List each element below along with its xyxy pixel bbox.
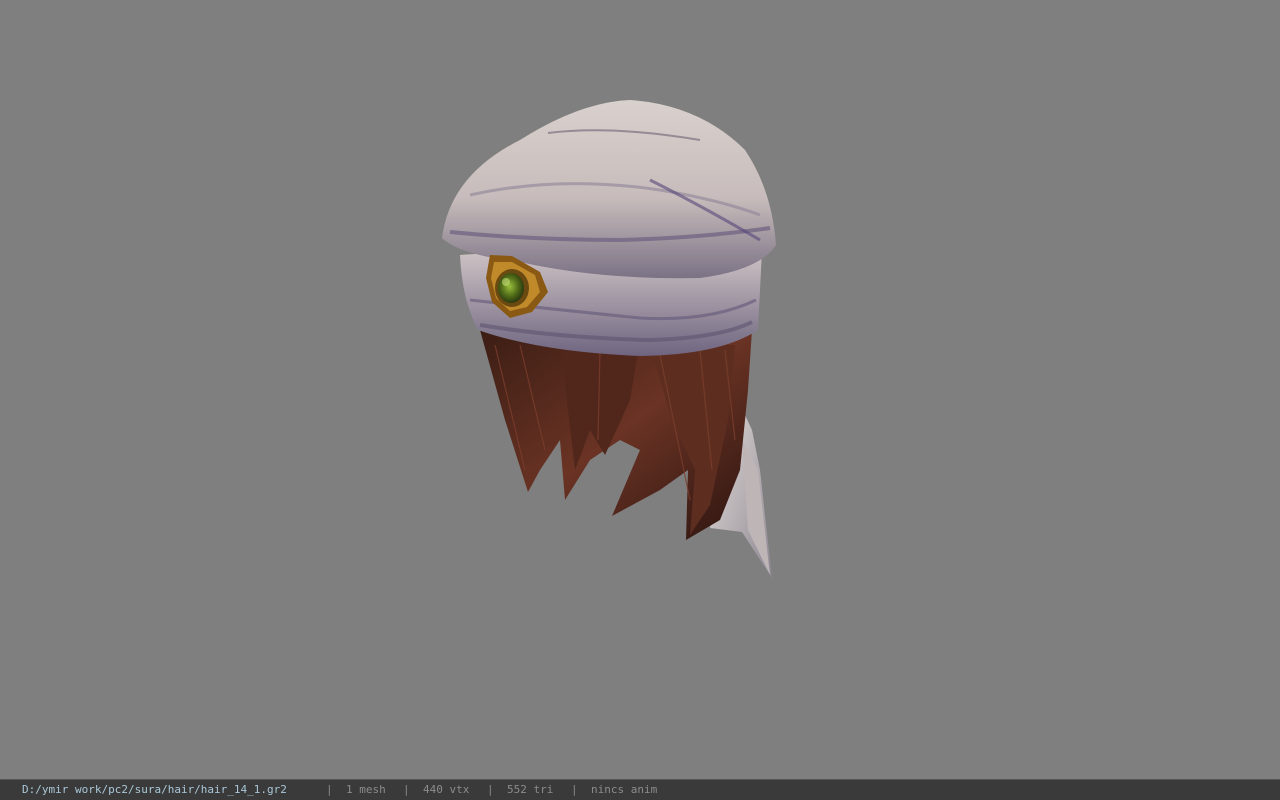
mesh-count-label: 1 mesh xyxy=(346,783,386,796)
status-bar: D:/ymir work/pc2/sura/hair/hair_14_1.gr2… xyxy=(0,779,1280,800)
animation-status-label: nincs anim xyxy=(591,783,658,796)
hair-strands xyxy=(480,330,752,540)
turban-top xyxy=(442,100,776,279)
vertex-count-label: 440 vtx xyxy=(423,783,470,796)
status-separator: | xyxy=(487,783,494,796)
status-separator: | xyxy=(326,783,333,796)
status-separator: | xyxy=(571,783,578,796)
3d-viewport[interactable] xyxy=(0,0,1280,779)
hair-model-render xyxy=(442,100,776,578)
file-path-label: D:/ymir work/pc2/sura/hair/hair_14_1.gr2 xyxy=(22,783,287,796)
status-separator: | xyxy=(403,783,410,796)
triangle-count-label: 552 tri xyxy=(507,783,554,796)
